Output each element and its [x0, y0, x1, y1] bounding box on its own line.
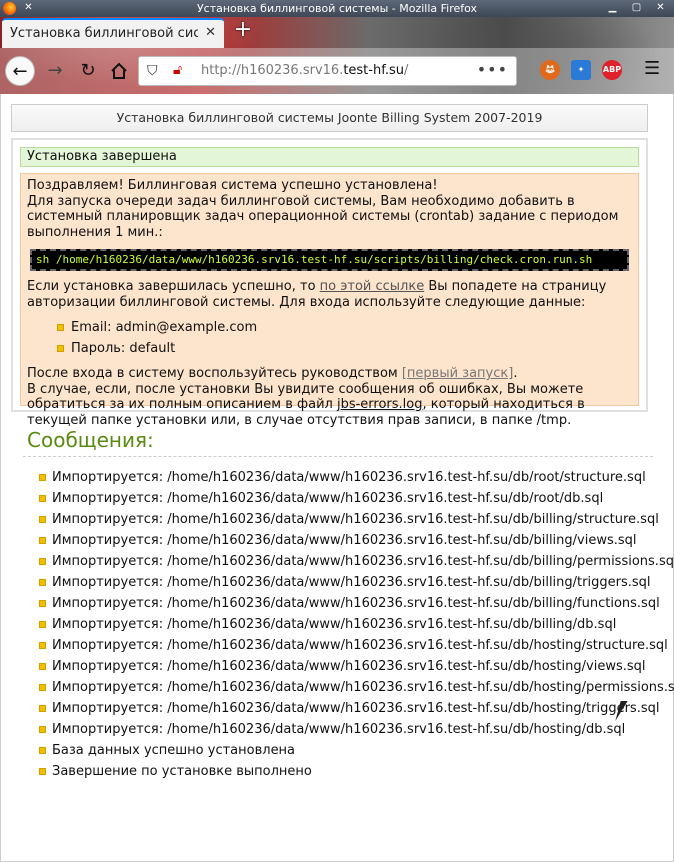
window-titlebar: ✕ Установка биллинговой системы - Mozill… — [0, 0, 674, 17]
message-text: Импортируется: /home/h160236/data/www/h1… — [52, 638, 668, 653]
page-actions-button[interactable]: ••• — [477, 60, 508, 79]
close-window-button[interactable]: ✕ — [654, 2, 667, 15]
bullet-icon — [39, 474, 46, 481]
bullet-icon — [39, 684, 46, 691]
congrats-text: Поздравляем! Биллинговая система успешно… — [27, 178, 438, 193]
errors-paragraph: В случае, если, после установки Вы увиди… — [27, 381, 585, 428]
login-link[interactable]: по этой ссылке — [320, 279, 425, 294]
list-item: Импортируется: /home/h160236/data/www/h1… — [39, 488, 674, 509]
bullet-icon — [39, 558, 46, 565]
message-text: Импортируется: /home/h160236/data/www/h1… — [52, 617, 617, 632]
message-text: База данных успешно установлена — [52, 743, 296, 758]
list-item: Завершение по установке выполнено — [39, 761, 674, 782]
guide-paragraph: После входа в систему воспользуйтесь рук… — [27, 366, 518, 381]
bullet-icon — [39, 747, 46, 754]
message-text: Импортируется: /home/h160236/data/www/h1… — [52, 659, 646, 674]
list-item: Импортируется: /home/h160236/data/www/h1… — [39, 593, 674, 614]
bullet-icon — [39, 621, 46, 628]
home-button[interactable] — [104, 56, 134, 86]
cron-command[interactable]: sh /home/h160236/data/www/h160236.srv16.… — [30, 249, 629, 271]
extension-fox-icon[interactable]: 🦊︎ — [540, 60, 560, 80]
extension-puzzle-icon[interactable]: ✦ — [571, 60, 591, 80]
success-banner: Установка завершена — [20, 147, 639, 167]
page-header: Установка биллинговой системы Joonte Bil… — [11, 104, 648, 132]
info-box: Поздравляем! Биллинговая система успешно… — [20, 173, 639, 428]
credentials-list: Email: admin@example.com Пароль: default — [57, 317, 632, 359]
address-bar[interactable]: ⛉ 🔓︎ http://h160236.srv16.test-hf.su/ ••… — [138, 56, 517, 86]
message-text: Импортируется: /home/h160236/data/www/h1… — [52, 533, 637, 548]
message-text: Импортируется: /home/h160236/data/www/h1… — [52, 701, 660, 716]
tab-close-icon[interactable]: ✕ — [205, 25, 216, 40]
arrow-right-icon: → — [47, 60, 63, 81]
tracking-shield-icon[interactable]: ⛉ — [147, 63, 158, 79]
bullet-icon — [39, 663, 46, 670]
message-text: Импортируется: /home/h160236/data/www/h1… — [52, 554, 674, 569]
forward-button[interactable]: → — [40, 56, 70, 86]
bullet-icon — [39, 768, 46, 775]
list-item: Импортируется: /home/h160236/data/www/h1… — [39, 614, 674, 635]
bullet-icon — [39, 495, 46, 502]
list-item: Импортируется: /home/h160236/data/www/h1… — [39, 635, 674, 656]
login-paragraph: Если установка завершилась успешно, то п… — [27, 279, 607, 310]
bullet-icon — [39, 705, 46, 712]
message-text: Импортируется: /home/h160236/data/www/h1… — [52, 722, 626, 737]
adblock-plus-icon[interactable]: ABP — [602, 60, 622, 80]
insecure-lock-icon[interactable]: 🔓︎ — [173, 62, 182, 78]
list-item: Импортируется: /home/h160236/data/www/h1… — [39, 656, 674, 677]
reload-icon: ↻ — [80, 60, 96, 81]
message-text: Импортируется: /home/h160236/data/www/h1… — [52, 491, 604, 506]
tab-label: Установка биллинговой сист — [10, 26, 198, 41]
message-text: Завершение по установке выполнено — [52, 764, 312, 779]
errors-log-link[interactable]: jbs-errors.log — [337, 397, 423, 412]
browser-chrome: Установка биллинговой сист ✕ + ← → ↻ ⛉ 🔓… — [0, 17, 674, 94]
window-title: Установка биллинговой системы - Mozilla … — [196, 2, 478, 15]
list-item: Импортируется: /home/h160236/data/www/h1… — [39, 530, 674, 551]
list-item: База данных успешно установлена — [39, 740, 674, 761]
cron-instructions: Для запуска очереди задач биллинговой си… — [27, 193, 619, 240]
list-item: Импортируется: /home/h160236/data/www/h1… — [39, 677, 674, 698]
list-item: Импортируется: /home/h160236/data/www/h1… — [39, 467, 674, 488]
result-panel: Установка завершена Поздравляем! Биллинг… — [11, 138, 648, 428]
bullet-icon — [39, 600, 46, 607]
minimize-button[interactable]: ▁ — [606, 2, 619, 15]
back-button[interactable]: ← — [5, 56, 35, 86]
bullet-icon — [39, 726, 46, 733]
message-text: Импортируется: /home/h160236/data/www/h1… — [52, 596, 660, 611]
bullet-icon — [39, 642, 46, 649]
page-content: Установка биллинговой системы Joonte Bil… — [0, 94, 674, 862]
list-item: Пароль: default — [57, 338, 632, 359]
message-text: Импортируется: /home/h160236/data/www/h1… — [52, 575, 651, 590]
divider — [23, 456, 653, 457]
messages-list: Импортируется: /home/h160236/data/www/h1… — [39, 467, 674, 782]
list-item: Импортируется: /home/h160236/data/www/h1… — [39, 698, 674, 719]
list-item: Email: admin@example.com — [57, 317, 632, 338]
message-text: Импортируется: /home/h160236/data/www/h1… — [52, 680, 674, 695]
list-item: Импортируется: /home/h160236/data/www/h1… — [39, 551, 674, 572]
url-text[interactable]: http://h160236.srv16.test-hf.su/ — [201, 63, 408, 78]
maximize-button[interactable]: ▢ — [630, 2, 643, 15]
bullet-icon — [57, 324, 64, 331]
new-tab-button[interactable]: + — [232, 19, 254, 43]
list-item: Импортируется: /home/h160236/data/www/h1… — [39, 572, 674, 593]
bullet-icon — [57, 345, 64, 352]
home-icon — [111, 62, 127, 79]
list-item: Импортируется: /home/h160236/data/www/h1… — [39, 509, 674, 530]
messages-title: Сообщения: — [27, 428, 154, 452]
tab-active[interactable]: Установка биллинговой сист ✕ — [2, 18, 224, 48]
list-item: Импортируется: /home/h160236/data/www/h1… — [39, 719, 674, 740]
reload-button[interactable]: ↻ — [73, 56, 103, 86]
window-menu-button[interactable]: ✕ — [22, 2, 35, 15]
navigation-toolbar: ← → ↻ ⛉ 🔓︎ http://h160236.srv16.test-hf.… — [0, 48, 674, 94]
message-text: Импортируется: /home/h160236/data/www/h1… — [52, 470, 646, 485]
bullet-icon — [39, 579, 46, 586]
first-launch-link[interactable]: [первый запуск] — [402, 366, 513, 381]
firefox-icon — [3, 2, 16, 15]
bullet-icon — [39, 537, 46, 544]
message-text: Импортируется: /home/h160236/data/www/h1… — [52, 512, 659, 527]
bullet-icon — [39, 516, 46, 523]
hamburger-menu-icon[interactable]: ☰ — [644, 58, 660, 79]
arrow-left-icon: ← — [12, 61, 28, 82]
